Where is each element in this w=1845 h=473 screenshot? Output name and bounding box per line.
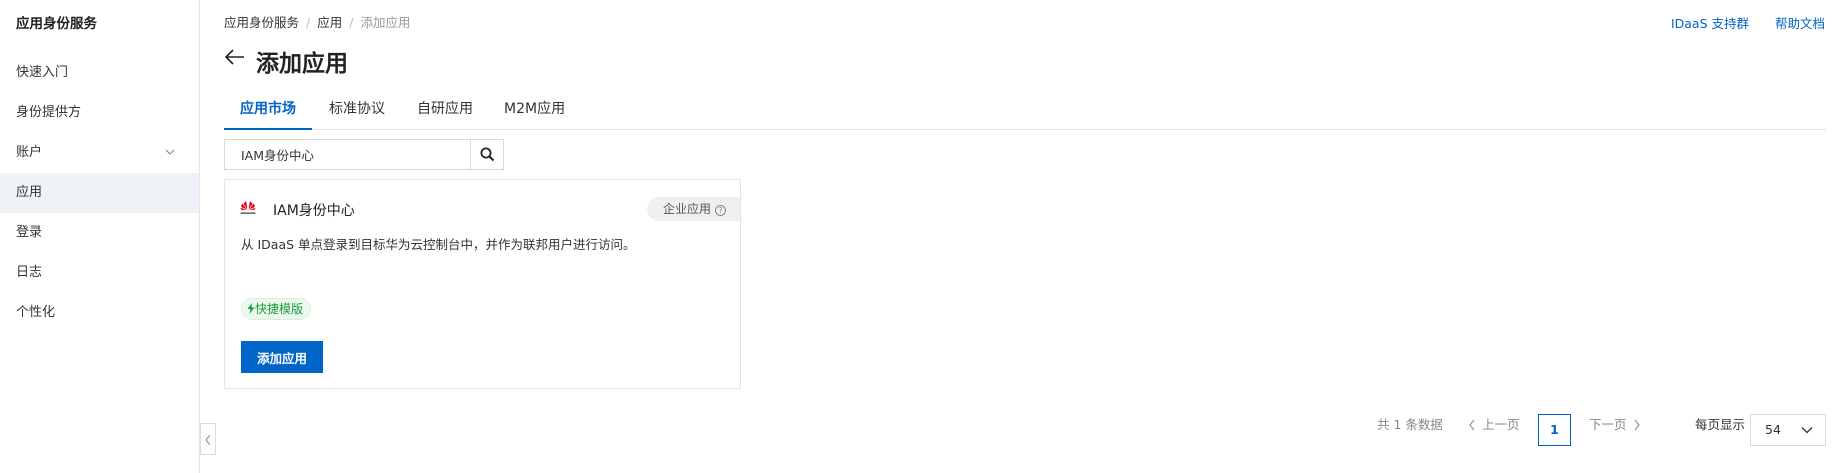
per-page-select[interactable]: 54 [1750, 414, 1826, 446]
search-icon [480, 147, 495, 162]
page-title: 添加应用 [256, 51, 348, 77]
chevron-down-icon [1801, 427, 1813, 434]
breadcrumb-separator: / [349, 15, 354, 30]
tab-app-market[interactable]: 应用市场 [224, 96, 312, 130]
prev-label: 上一页 [1482, 417, 1520, 432]
add-app-button[interactable]: 添加应用 [241, 341, 323, 373]
back-arrow-icon[interactable] [224, 48, 246, 66]
per-page-value: 54 [1765, 422, 1781, 437]
breadcrumb-link[interactable]: 应用身份服务 [224, 15, 299, 30]
pagination-next-button[interactable]: 下一页 [1589, 414, 1641, 433]
badge-label: 企业应用 [662, 202, 711, 216]
lightning-icon [247, 303, 255, 314]
sidebar-item-label: 登录 [16, 225, 43, 240]
help-docs-link[interactable]: 帮助文档 [1775, 16, 1825, 31]
breadcrumb-separator: / [306, 15, 311, 30]
main-content: 应用身份服务 / 应用 / 添加应用 IDaaS 支持群 帮助文档 添加应用 应用市场 … [200, 0, 1845, 473]
tab-standard-protocol[interactable]: 标准协议 [329, 96, 385, 130]
chevron-right-icon [1634, 419, 1640, 431]
chevron-down-icon [165, 149, 175, 155]
sidebar-item-label: 账户 [16, 145, 43, 160]
tab-bar: 应用市场 标准协议 自研应用 M2M应用 [224, 96, 1826, 130]
tab-custom-app[interactable]: 自研应用 [417, 96, 473, 130]
support-group-link[interactable]: IDaaS 支持群 [1671, 16, 1749, 31]
sidebar-item-login[interactable]: 登录 [0, 213, 199, 253]
app-card: IAM身份中心 企业应用? 从 IDaaS 单点登录到目标华为云控制台中，并作为… [224, 179, 741, 389]
sidebar-item-identity-provider[interactable]: 身份提供方 [0, 93, 199, 133]
huawei-logo-icon [240, 201, 256, 214]
tab-m2m-app[interactable]: M2M应用 [504, 96, 565, 130]
breadcrumb-current: 添加应用 [360, 15, 411, 30]
sidebar-item-logs[interactable]: 日志 [0, 253, 199, 293]
sidebar-item-quickstart[interactable]: 快速入门 [0, 53, 199, 93]
next-label: 下一页 [1589, 417, 1627, 432]
sidebar-item-personalization[interactable]: 个性化 [0, 293, 199, 333]
sidebar-item-account[interactable]: 账户 [0, 133, 199, 173]
sidebar-item-label: 个性化 [16, 305, 56, 320]
sidebar: 应用身份服务 快速入门 身份提供方 账户 应用 登录 日志 个性化 [0, 0, 200, 473]
help-icon[interactable]: ? [715, 205, 726, 216]
pagination-prev-button[interactable]: 上一页 [1468, 414, 1520, 433]
sidebar-item-label: 快速入门 [16, 65, 69, 80]
top-links: IDaaS 支持群 帮助文档 [1649, 13, 1825, 32]
breadcrumb: 应用身份服务 / 应用 / 添加应用 [224, 12, 410, 31]
app-description: 从 IDaaS 单点登录到目标华为云控制台中，并作为联邦用户进行访问。 [241, 237, 636, 252]
sidebar-title: 应用身份服务 [16, 16, 97, 32]
pagination-total: 共 1 条数据 [1377, 417, 1443, 432]
search-box [224, 139, 504, 170]
quick-template-tag: 快捷模版 [241, 298, 312, 320]
tag-label: 快捷模版 [255, 302, 304, 316]
breadcrumb-link[interactable]: 应用 [317, 15, 342, 30]
sidebar-item-apps[interactable]: 应用 [0, 173, 199, 213]
app-type-badge: 企业应用? [646, 197, 740, 221]
per-page-label: 每页显示 [1695, 417, 1746, 432]
sidebar-item-label: 应用 [16, 185, 43, 200]
search-button[interactable] [470, 140, 503, 169]
sidebar-item-label: 身份提供方 [16, 105, 82, 120]
pagination-page-1[interactable]: 1 [1538, 414, 1571, 446]
search-input[interactable] [225, 140, 471, 169]
app-name: IAM身份中心 [273, 203, 355, 219]
chevron-left-icon [1469, 419, 1475, 431]
sidebar-item-label: 日志 [16, 265, 43, 280]
